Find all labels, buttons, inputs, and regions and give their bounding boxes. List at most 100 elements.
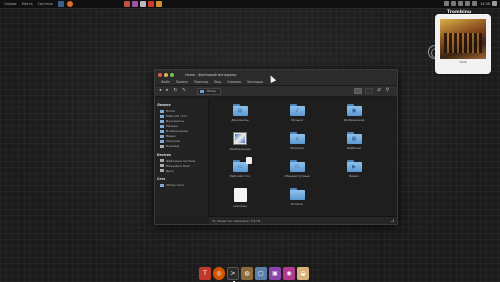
system-tray: 14:38 bbox=[442, 1, 497, 6]
sidebar-item-label: Музыка bbox=[166, 124, 178, 128]
folder-documents-icon: ▤ bbox=[232, 104, 248, 116]
trash-icon bbox=[160, 144, 164, 148]
sidebar-item-browse-network[interactable]: Обзор сети bbox=[157, 183, 206, 188]
file-item-documents[interactable]: ▤ Документы bbox=[227, 102, 253, 126]
dock-app-1-icon[interactable]: T bbox=[199, 267, 211, 280]
home-folder-icon bbox=[199, 89, 204, 93]
search-icon[interactable]: ⚲ bbox=[386, 88, 389, 93]
window-content: Личное Home Рабочий стол Документы Музык… bbox=[155, 99, 397, 224]
menu-file[interactable]: Файл bbox=[161, 80, 170, 84]
app-icon-5[interactable] bbox=[156, 1, 162, 7]
file-item-templates[interactable]: ▦ Шаблоны bbox=[341, 130, 367, 154]
file-label: Шаблоны bbox=[346, 146, 362, 150]
window-titlebar[interactable]: Home - Файловый менеджер bbox=[155, 70, 397, 79]
widget-title: Trombinu bbox=[447, 10, 472, 15]
terminal-icon[interactable] bbox=[57, 1, 64, 7]
file-label: Видео bbox=[349, 174, 359, 178]
edit-icon[interactable]: ✎ bbox=[182, 88, 186, 93]
toggle-path-icon[interactable]: ⇄ bbox=[377, 88, 381, 93]
maximize-button[interactable] bbox=[170, 72, 174, 77]
terminal-icon[interactable]: > bbox=[227, 267, 239, 282]
sidebar-item-label: Filesystem Root bbox=[166, 163, 190, 168]
file-item-image[interactable]: Изображение bbox=[227, 130, 253, 154]
network-icon[interactable] bbox=[444, 1, 450, 6]
clock[interactable]: 14:38 bbox=[480, 2, 490, 6]
sidebar-item-label: Файловая система bbox=[166, 158, 196, 163]
file-label: Музыка bbox=[291, 118, 303, 122]
app-icon-3[interactable] bbox=[140, 1, 146, 7]
file-item-pictures[interactable]: ▣ Изображения bbox=[341, 102, 367, 126]
top-launchers bbox=[124, 1, 164, 7]
file-label: Общедоступные bbox=[284, 174, 310, 178]
file-label: examples bbox=[233, 204, 247, 208]
statusbar: 11 объектов, Свободно: 9,5 ГБ bbox=[209, 216, 397, 224]
chrome-icon[interactable]: ◎ bbox=[213, 267, 225, 280]
file-item-music[interactable]: ♪ Музыка bbox=[284, 102, 310, 126]
folder-icon bbox=[160, 124, 164, 128]
toolbar-right: ⇄ ⚲ bbox=[354, 88, 394, 94]
forward-icon[interactable]: ▸ bbox=[166, 88, 168, 93]
file-item-videos[interactable]: ▶ Видео bbox=[341, 158, 367, 182]
dock-app-6-icon[interactable]: ▣ bbox=[269, 267, 281, 280]
file-label: Изображения bbox=[343, 118, 365, 122]
dock-app-8-icon[interactable]: ◒ bbox=[297, 267, 309, 280]
reload-icon[interactable]: ↻ bbox=[173, 88, 177, 93]
folder-templates-icon: ▦ bbox=[346, 132, 362, 144]
sidebar-item-label: Рабочий стол bbox=[166, 114, 188, 118]
battery-icon[interactable] bbox=[465, 1, 471, 6]
close-button[interactable] bbox=[158, 72, 162, 77]
app-icon-2[interactable] bbox=[132, 1, 138, 7]
app-icon-4[interactable] bbox=[148, 1, 154, 7]
minimize-button[interactable] bbox=[164, 72, 168, 77]
file-label: Рабочий стол bbox=[229, 174, 251, 178]
file-label: Dropbox bbox=[290, 202, 304, 206]
file-item-downloads[interactable]: ↓ Загрузки bbox=[284, 130, 310, 154]
dock-app-7-icon[interactable]: ◉ bbox=[283, 267, 295, 280]
folder-icon bbox=[160, 134, 164, 138]
resize-grip-icon[interactable] bbox=[391, 219, 394, 222]
image-file-icon bbox=[233, 132, 247, 145]
menu-item-services[interactable]: Сервис bbox=[4, 2, 17, 6]
file-manager-window[interactable]: Home - Файловый менеджер Файл Правка Пер… bbox=[154, 69, 398, 225]
top-panel: Сервис Места Система 14:38 bbox=[0, 0, 500, 9]
icon-view-button[interactable] bbox=[354, 88, 363, 94]
dock-app-4-icon[interactable]: ◍ bbox=[241, 267, 253, 280]
folder-pictures-icon: ▣ bbox=[346, 104, 362, 116]
list-view-button[interactable] bbox=[365, 88, 374, 94]
menu-item-places[interactable]: Места bbox=[22, 2, 33, 6]
power-icon[interactable] bbox=[492, 1, 497, 6]
volume-icon[interactable] bbox=[458, 1, 464, 6]
dock-app-5-icon[interactable]: ▢ bbox=[255, 267, 267, 280]
menu-edit[interactable]: Правка bbox=[176, 80, 188, 84]
menu-item-system[interactable]: Система bbox=[38, 2, 53, 6]
menu-go[interactable]: Переход bbox=[194, 80, 208, 84]
document-icon bbox=[233, 188, 247, 202]
menu-bookmarks[interactable]: Закладки bbox=[247, 80, 263, 84]
menu-help[interactable]: Справка bbox=[227, 80, 241, 84]
folder-music-icon: ♪ bbox=[289, 104, 305, 116]
drag-cursor-icon bbox=[246, 157, 252, 164]
folder-icon bbox=[160, 119, 164, 123]
stamp-widget[interactable]: CCCP bbox=[437, 16, 489, 72]
user-icon[interactable] bbox=[472, 1, 478, 6]
folder-icon bbox=[160, 129, 164, 133]
sidebar-header-places: Личное bbox=[157, 103, 171, 107]
menu-view[interactable]: Вид bbox=[214, 80, 220, 84]
app-icon-1[interactable] bbox=[124, 1, 130, 7]
firefox-icon[interactable] bbox=[66, 1, 73, 7]
folder-icon bbox=[160, 114, 164, 118]
back-icon[interactable]: ◂ bbox=[159, 88, 161, 93]
file-item-dropbox[interactable]: Dropbox bbox=[284, 186, 310, 210]
sidebar-header-devices: Devices bbox=[157, 152, 171, 157]
top-menu: Сервис Места Система bbox=[4, 1, 78, 7]
breadcrumb[interactable]: Home bbox=[196, 87, 221, 95]
file-grid: ▤ Документы ♪ Музыка ▣ Изображения Изобр… bbox=[212, 102, 395, 214]
breadcrumb-home[interactable]: Home bbox=[205, 89, 218, 93]
mail-icon[interactable] bbox=[451, 1, 457, 6]
file-item-public[interactable]: ⚇ Общедоступные bbox=[284, 158, 310, 182]
network-icon bbox=[160, 183, 164, 187]
stamp-image bbox=[440, 19, 486, 59]
file-item-examples[interactable]: examples bbox=[227, 186, 253, 210]
drive-icon bbox=[160, 159, 164, 162]
stamp-caption: CCCP bbox=[459, 61, 467, 64]
